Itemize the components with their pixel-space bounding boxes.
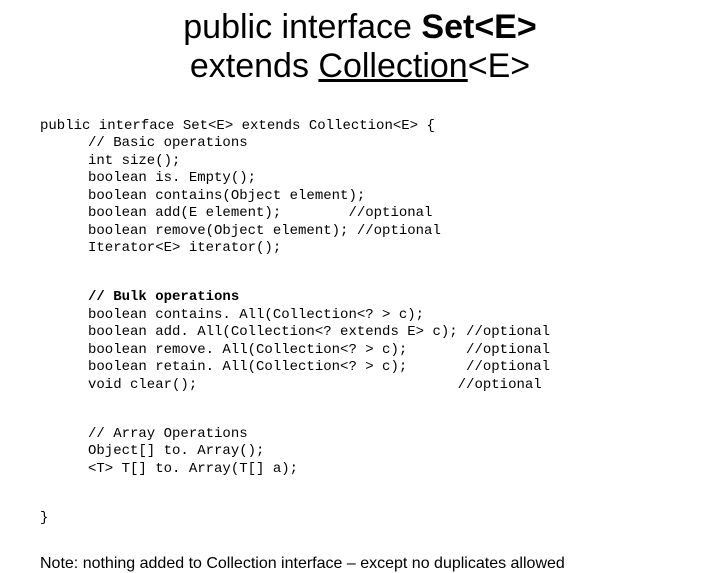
slide: public interface Set<E> extends Collecti… — [0, 0, 720, 540]
title-line2-pre: extends — [190, 47, 319, 85]
code-iterator: Iterator<E> iterator(); — [40, 240, 281, 258]
code-clear: void clear(); //optional — [40, 377, 542, 395]
code-retainall: boolean retain. All(Collection<? > c); /… — [40, 359, 550, 377]
code-toarray-t: <T> T[] to. Array(T[] a); — [40, 461, 298, 479]
code-contains: boolean contains(Object element); — [40, 188, 365, 206]
code-containsall: boolean contains. All(Collection<? > c); — [40, 307, 424, 325]
code-block: public interface Set<E> extends Collecti… — [40, 100, 680, 527]
slide-title: public interface Set<E> extends Collecti… — [40, 8, 680, 86]
code-isempty: boolean is. Empty(); — [40, 170, 256, 188]
title-line1-pre: public interface — [183, 8, 421, 46]
title-line2-post: <E> — [468, 47, 530, 85]
footer-note: Note: nothing added to Collection interf… — [40, 555, 680, 573]
code-close: } — [40, 510, 48, 526]
title-line2-link: Collection — [318, 47, 467, 85]
code-removeall: boolean remove. All(Collection<? > c); /… — [40, 342, 550, 360]
code-sig: public interface Set<E> extends Collecti… — [40, 118, 435, 134]
code-size: int size(); — [40, 153, 180, 171]
code-add: boolean add(E element); //optional — [40, 205, 432, 223]
code-comment-basic: // Basic operations — [40, 135, 248, 153]
title-line1-bold: Set<E> — [421, 8, 536, 46]
code-remove: boolean remove(Object element); //option… — [40, 223, 441, 241]
code-comment-bulk: // Bulk operations — [40, 289, 239, 307]
code-comment-array: // Array Operations — [40, 426, 248, 444]
code-toarray: Object[] to. Array(); — [40, 443, 264, 461]
code-addall: boolean add. All(Collection<? extends E>… — [40, 324, 550, 342]
